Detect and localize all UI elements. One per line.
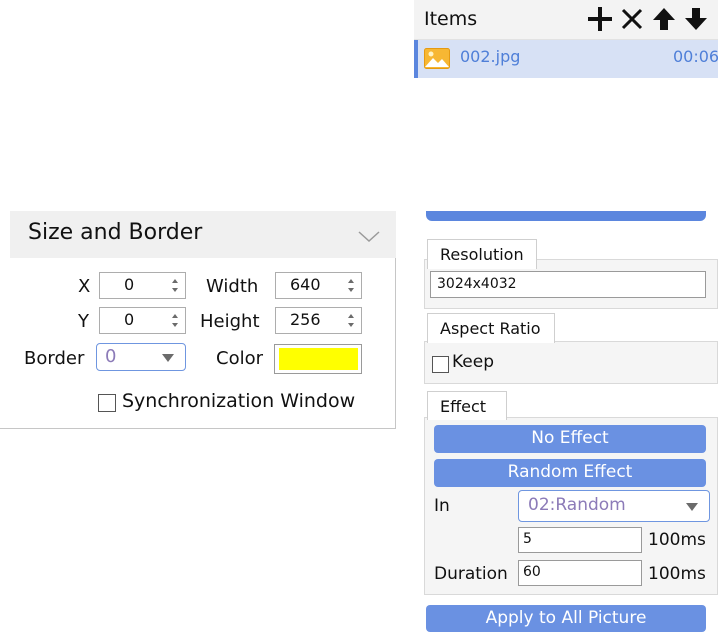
- keep-label[interactable]: Keep: [452, 352, 494, 372]
- height-spinbox[interactable]: 256: [275, 307, 362, 334]
- height-value: 256: [290, 310, 321, 329]
- color-swatch: [279, 348, 358, 370]
- in-effect-value: 02:Random: [528, 495, 626, 515]
- keep-checkbox[interactable]: [432, 356, 449, 373]
- caret-down-icon[interactable]: [685, 502, 699, 512]
- item-filename: 002.jpg: [460, 47, 521, 66]
- items-title: Items: [424, 8, 478, 30]
- image-icon: [424, 48, 450, 69]
- height-label: Height: [200, 311, 260, 332]
- spin-arrows-icon[interactable]: [347, 277, 355, 294]
- selection-indicator: [414, 40, 418, 78]
- tab-resolution[interactable]: Resolution: [427, 239, 537, 269]
- random-effect-button[interactable]: Random Effect: [434, 459, 706, 487]
- x-spinbox[interactable]: 0: [99, 272, 186, 299]
- arrow-up-icon[interactable]: [650, 3, 678, 35]
- x-label: X: [78, 276, 91, 297]
- item-duration: 00:06: [673, 47, 718, 66]
- color-label: Color: [216, 348, 263, 369]
- width-value: 640: [290, 275, 321, 294]
- width-label: Width: [206, 276, 259, 297]
- border-dropdown[interactable]: 0: [96, 343, 186, 371]
- spin-arrows-icon[interactable]: [171, 312, 179, 329]
- plus-icon[interactable]: [586, 3, 614, 35]
- caret-down-icon[interactable]: [161, 353, 175, 363]
- properties-panel: Resolution 3024x4032 Aspect Ratio Keep E…: [414, 211, 718, 638]
- apply-to-all-button[interactable]: Apply to All Picture: [426, 605, 706, 632]
- x-value: 0: [124, 275, 135, 294]
- in-speed-unit: 100ms: [648, 530, 706, 550]
- border-label: Border: [24, 348, 85, 369]
- duration-unit: 100ms: [648, 564, 706, 584]
- duration-label: Duration: [434, 564, 508, 584]
- no-effect-button[interactable]: No Effect: [434, 425, 706, 453]
- sync-window-checkbox[interactable]: [98, 394, 116, 412]
- panel-title: Size and Border: [28, 220, 203, 245]
- tab-effect[interactable]: Effect: [427, 391, 507, 420]
- duration-input[interactable]: 60: [518, 560, 642, 586]
- arrow-down-icon[interactable]: [682, 3, 710, 35]
- in-effect-dropdown[interactable]: 02:Random: [518, 490, 710, 522]
- close-icon[interactable]: [618, 3, 646, 35]
- tab-aspect-ratio[interactable]: Aspect Ratio: [427, 313, 555, 343]
- spin-arrows-icon[interactable]: [171, 277, 179, 294]
- items-panel: Items 002.jpg 00:06: [414, 0, 718, 84]
- size-border-header[interactable]: Size and Border: [10, 211, 396, 258]
- top-action-button[interactable]: [426, 211, 706, 221]
- items-header: Items: [414, 0, 718, 40]
- list-item[interactable]: 002.jpg 00:06: [414, 40, 718, 78]
- width-spinbox[interactable]: 640: [275, 272, 362, 299]
- y-spinbox[interactable]: 0: [99, 307, 186, 334]
- size-border-panel: Size and Border X 0 Width 640 Y 0 Height…: [0, 211, 396, 429]
- border-value: 0: [105, 346, 117, 367]
- y-value: 0: [124, 310, 135, 329]
- in-label: In: [434, 496, 450, 516]
- resolution-field[interactable]: 3024x4032: [430, 271, 706, 298]
- chevron-down-icon[interactable]: [358, 228, 380, 243]
- color-picker[interactable]: [274, 344, 362, 374]
- spin-arrows-icon[interactable]: [347, 312, 355, 329]
- sync-window-label[interactable]: Synchronization Window: [122, 390, 355, 412]
- y-label: Y: [78, 311, 89, 332]
- in-speed-input[interactable]: 5: [518, 527, 642, 553]
